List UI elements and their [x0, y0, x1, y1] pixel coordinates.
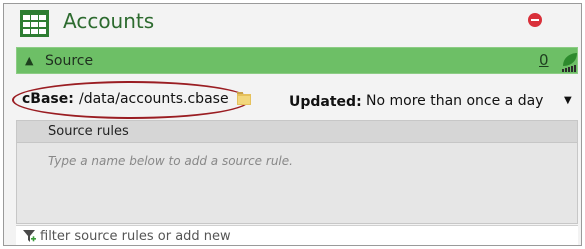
filter-input[interactable] — [40, 227, 560, 245]
table-grid-icon — [20, 10, 49, 37]
folder-icon[interactable] — [237, 90, 251, 106]
filter-row — [16, 225, 578, 245]
cbase-label: cBase: — [22, 91, 74, 107]
update-frequency-select[interactable]: No more than once a day — [366, 92, 543, 110]
leaf-signal-icon — [562, 53, 577, 72]
source-rules-list: Source rules Type a name below to add a … — [16, 120, 578, 224]
title-bar: Accounts — [4, 4, 581, 44]
chevron-up-icon[interactable]: ▲ — [25, 52, 33, 70]
remove-circle-icon[interactable] — [528, 13, 542, 27]
window-title: Accounts — [63, 9, 155, 33]
cbase-row: cBase: /data/accounts.cbase Updated: No … — [12, 81, 578, 119]
source-section-label: Source — [45, 53, 94, 69]
source-rules-header-label: Source rules — [48, 124, 129, 139]
source-rules-hint: Type a name below to add a source rule. — [48, 154, 293, 168]
updated-label: Updated: — [289, 94, 362, 110]
filter-add-icon — [23, 230, 36, 242]
source-section-header[interactable]: ▲ Source 0 — [16, 47, 578, 74]
chevron-down-icon[interactable]: ▼ — [564, 93, 572, 109]
cbase-path-field[interactable]: /data/accounts.cbase — [79, 90, 229, 108]
source-rules-header: Source rules — [17, 121, 577, 143]
source-count-link[interactable]: 0 — [539, 51, 549, 69]
accounts-panel: Accounts ▲ Source 0 cBase: /data/account… — [3, 3, 582, 246]
